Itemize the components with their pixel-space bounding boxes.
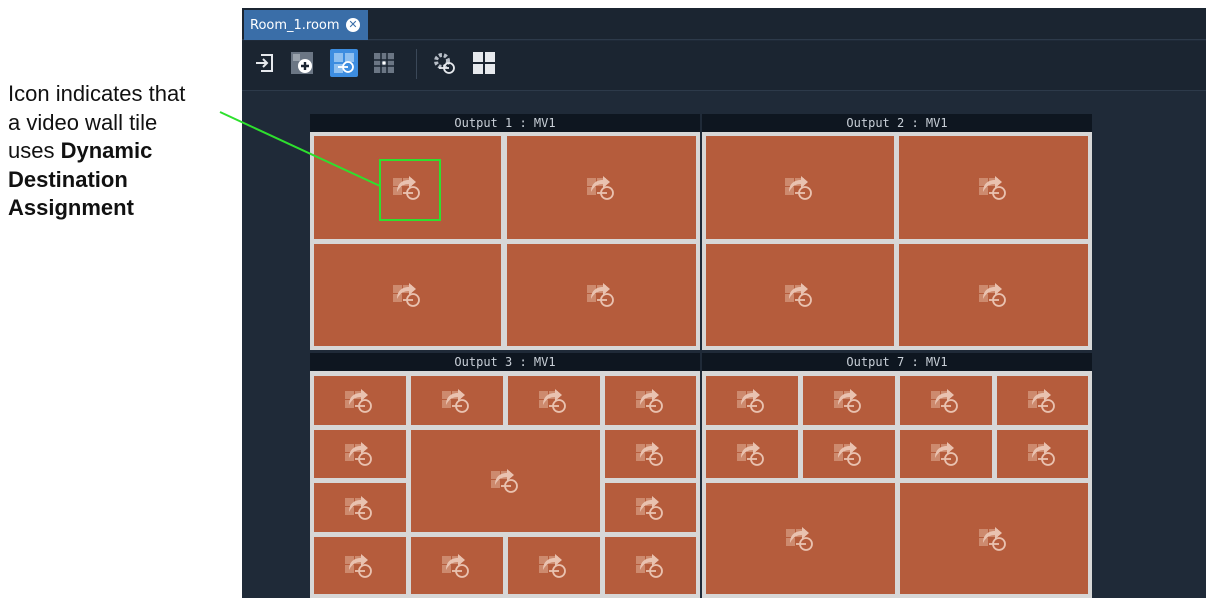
output-3: Output 3 : MV1 [310,353,700,598]
dynamic-destination-button[interactable] [330,49,358,77]
settings-gear-icon [434,53,455,74]
output-1-title: Output 1 : MV1 [310,114,700,132]
toolbar-separator [416,49,417,79]
add-tile-icon [291,52,313,74]
exit-icon [256,54,273,72]
annotation-bold-2: Destination [8,166,128,192]
video-wall-tile[interactable] [900,376,992,425]
annotation-bold-1: Dynamic [60,138,153,163]
video-wall-tile[interactable] [900,483,1088,594]
dynamic-destination-icon [585,174,619,202]
video-wall-tile[interactable] [605,483,696,532]
dynamic-destination-icon [1026,440,1060,468]
dynamic-destination-icon [343,494,377,522]
video-wall-tile[interactable] [508,537,600,594]
dynamic-destination-icon [634,440,668,468]
tab-label: Room_1.room [250,17,340,33]
grid-layout-button[interactable] [370,49,398,77]
video-wall-tile[interactable] [706,244,894,346]
dynamic-destination-icon [977,174,1011,202]
video-wall-tile[interactable] [899,244,1088,346]
video-wall-tile[interactable] [314,430,406,478]
tile-view-button[interactable] [470,49,498,77]
video-wall-tile[interactable] [605,537,696,594]
video-wall-tile[interactable] [508,376,600,425]
tab-bar: Room_1.room ✕ [242,8,1206,40]
dynamic-destination-icon [929,440,963,468]
annotation-line-1: Icon indicates that [8,81,186,106]
dynamic-destination-icon [537,387,571,415]
video-wall-tile[interactable] [803,430,895,478]
dynamic-destination-icon [343,387,377,415]
output-1: Output 1 : MV1 [310,114,700,350]
video-wall-tile[interactable] [706,136,894,239]
video-wall-canvas: Output 1 : MV1 Output 2 : MV1 Output 3 :… [242,92,1206,598]
annotation-line-4: Destination [8,166,240,195]
room-editor-window: Room_1.room ✕ Output 1: MV1 Output 2: … [242,8,1206,598]
video-wall-tile[interactable] [314,537,406,594]
dynamic-destination-icon [585,281,619,309]
output-7-title: Output 7 : MV1 [702,353,1092,371]
video-wall-tile[interactable] [706,430,798,478]
video-wall-tile[interactable] [899,136,1088,239]
output-2-title: Output 2 : MV1 [702,114,1092,132]
video-wall-tile[interactable] [314,244,501,346]
annotation-line-3: uses Dynamic [8,137,240,166]
video-wall-tile[interactable] [507,136,696,239]
tab-room-1[interactable]: Room_1.room ✕ [244,10,368,40]
video-wall-tile[interactable] [411,430,600,532]
dynamic-destination-icon [832,440,866,468]
video-wall-tile[interactable] [706,483,895,594]
dynamic-destination-icon [343,440,377,468]
annotation-line-2: a video wall tile [8,109,158,135]
annotation-bold-3: Assignment [8,195,134,220]
annotation-text: Icon indicates that a video wall tile us… [8,80,240,223]
dynamic-destination-icon [735,387,769,415]
video-wall-tile[interactable] [314,376,406,425]
video-wall-tile[interactable] [605,430,696,478]
dynamic-destination-icon [977,281,1011,309]
dynamic-destination-icon [440,387,474,415]
video-wall-tile[interactable] [411,376,503,425]
video-wall-tile[interactable] [605,376,696,425]
dynamic-destination-icon [1026,387,1060,415]
video-wall-tile[interactable] [900,430,992,478]
exit-button[interactable] [250,49,278,77]
output-7: Output 7 : MV1 [702,353,1092,598]
close-icon[interactable]: ✕ [346,18,360,32]
dynamic-destination-icon [440,552,474,580]
dynamic-destination-icon [634,494,668,522]
toolbar [242,41,1206,91]
dynamic-destination-icon [929,387,963,415]
dynamic-destination-icon [334,53,354,73]
dynamic-destination-icon [735,440,769,468]
annotation-line-3-prefix: uses [8,138,61,163]
video-wall-tile[interactable] [411,537,503,594]
video-wall-tile[interactable] [706,376,798,425]
tile-view-icon [473,52,495,74]
dynamic-destination-icon [784,525,818,553]
settings-button[interactable] [430,49,458,77]
output-2: Output 2 : MV1 [702,114,1092,350]
video-wall-tile[interactable] [507,244,696,346]
video-wall-tile[interactable] [314,483,406,532]
annotation-line-5: Assignment [8,194,240,223]
dynamic-destination-icon [391,281,425,309]
grid-layout-icon [374,53,394,73]
dynamic-destination-icon [832,387,866,415]
video-wall-tile[interactable] [803,376,895,425]
video-wall-tile[interactable] [997,376,1088,425]
dynamic-destination-icon [343,552,377,580]
dynamic-destination-icon [537,552,571,580]
highlight-box [379,159,441,221]
dynamic-destination-icon [977,525,1011,553]
dynamic-destination-icon [783,174,817,202]
add-tile-button[interactable] [288,49,316,77]
dynamic-destination-icon [634,552,668,580]
video-wall-tile[interactable] [997,430,1088,478]
output-3-title: Output 3 : MV1 [310,353,700,371]
dynamic-destination-icon [634,387,668,415]
dynamic-destination-icon [489,467,523,495]
dynamic-destination-icon [783,281,817,309]
